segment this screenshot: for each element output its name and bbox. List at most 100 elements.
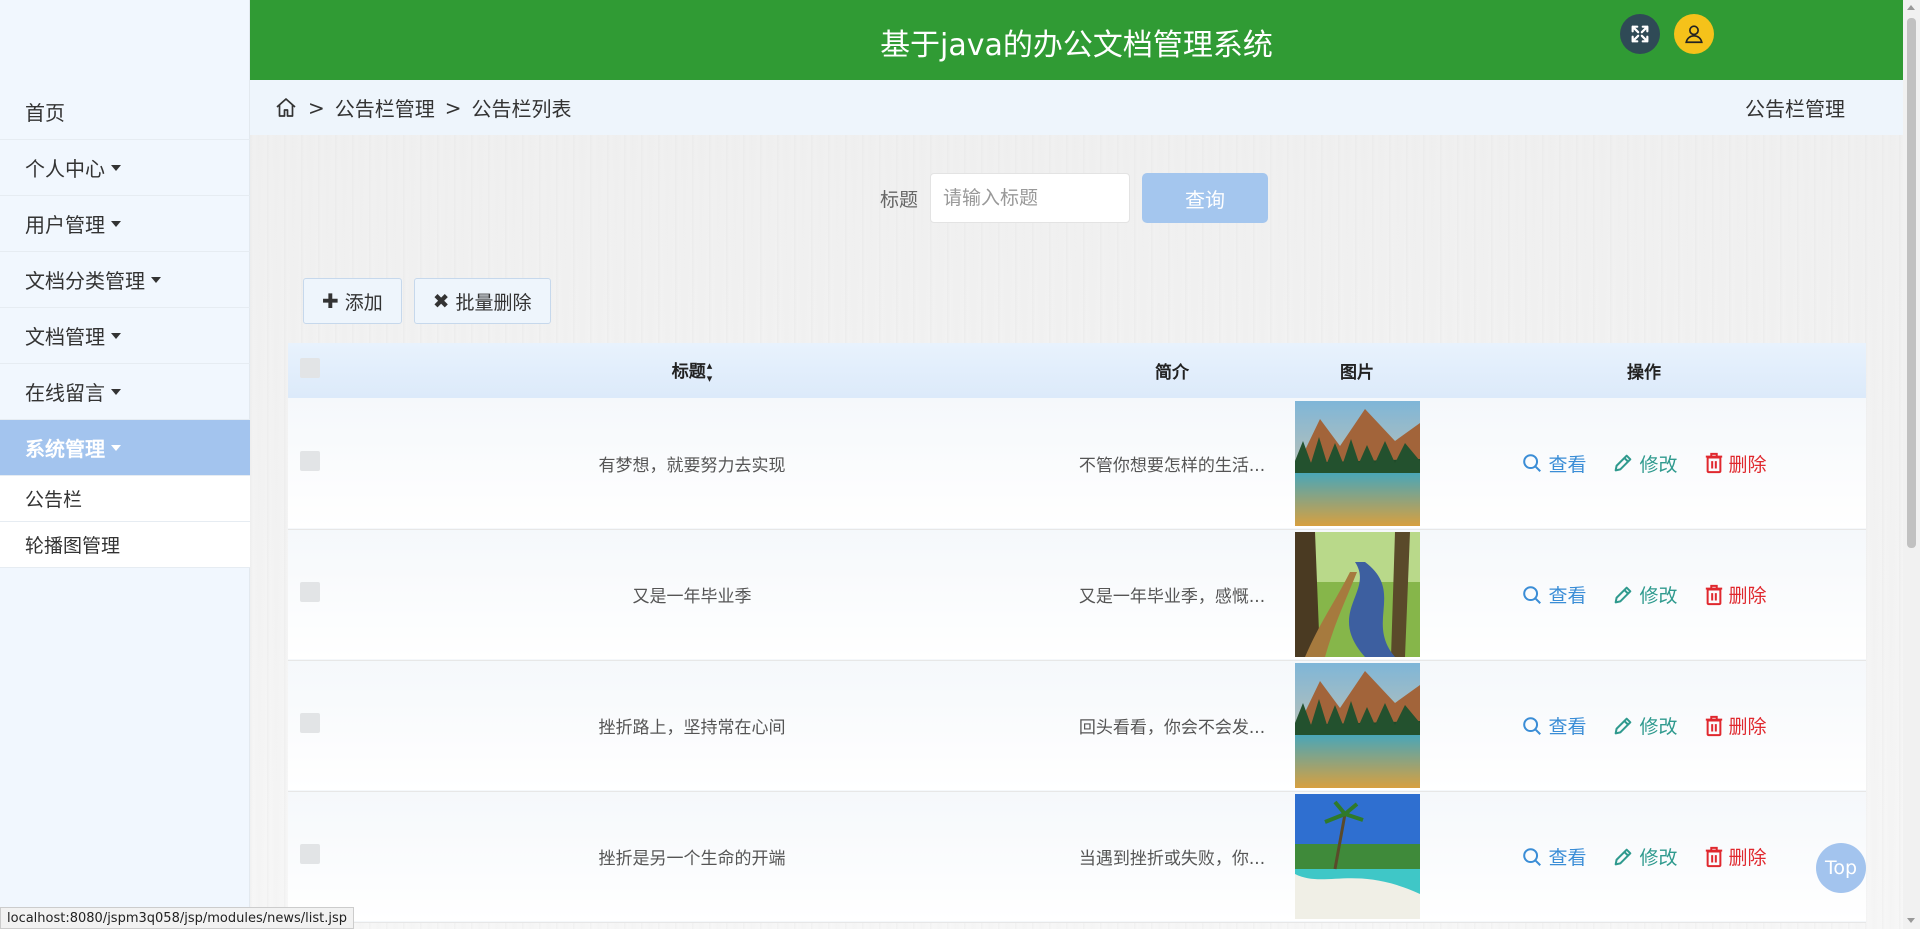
row-checkbox[interactable] xyxy=(300,582,320,602)
view-button[interactable]: 查看 xyxy=(1521,712,1586,739)
header-title-label: 标题 xyxy=(671,361,706,382)
sidebar-item-online-message[interactable]: 在线留言 xyxy=(0,364,250,420)
caret-down-icon xyxy=(111,388,121,395)
row-checkbox[interactable] xyxy=(300,713,320,733)
edit-icon xyxy=(1615,717,1632,734)
header-ops: 操作 xyxy=(1627,363,1661,383)
edit-label: 修改 xyxy=(1639,847,1678,869)
table-row: 挫折路上，坚持常在心间 回头看看，你会不会发... 查看 修改 删除 xyxy=(288,660,1866,791)
scrollbar-thumb[interactable] xyxy=(1907,18,1916,548)
breadcrumb-separator: > xyxy=(308,95,325,120)
sidebar-item-user-management[interactable]: 用户管理 xyxy=(0,196,250,252)
sidebar-item-doc-category[interactable]: 文档分类管理 xyxy=(0,252,250,308)
x-icon: ✖ xyxy=(432,289,450,313)
row-intro: 不管你想要怎样的生活... xyxy=(1078,455,1266,476)
row-actions: 查看 修改 删除 xyxy=(1422,581,1866,608)
edit-button[interactable]: 修改 xyxy=(1612,712,1678,739)
sidebar-item-label: 首页 xyxy=(25,101,65,125)
expand-icon xyxy=(1631,25,1649,43)
sidebar-item-system-management[interactable]: 系统管理 xyxy=(0,420,250,476)
sidebar-item-personal-center[interactable]: 个人中心 xyxy=(0,140,250,196)
sidebar-item-home[interactable]: 首页 xyxy=(0,84,250,140)
row-image-cell xyxy=(1292,660,1422,791)
row-title: 挫折路上，坚持常在心间 xyxy=(598,718,786,738)
toolbar: ✚ 添加 ✖ 批量删除 xyxy=(303,278,551,324)
sort-icon: ▴ ▾ xyxy=(706,358,713,385)
batch-delete-label: 批量删除 xyxy=(455,291,532,314)
search-icon xyxy=(1523,716,1542,735)
home-icon[interactable] xyxy=(274,96,298,120)
notice-table: 标题▴ ▾ 简介 图片 操作 有梦想，就要努力去实现 不管你想要怎样的生活... 查看… xyxy=(288,343,1866,923)
search-form: 标题 查询 xyxy=(880,173,1269,223)
edit-label: 修改 xyxy=(1639,716,1678,738)
back-to-top-button[interactable]: Top xyxy=(1816,843,1866,893)
row-checkbox[interactable] xyxy=(300,844,320,864)
row-image-cell xyxy=(1292,529,1422,660)
row-checkbox[interactable] xyxy=(300,450,320,471)
sidebar-subitem-carousel[interactable]: 轮播图管理 xyxy=(0,522,250,568)
row-image-cell xyxy=(1292,398,1422,529)
view-label: 查看 xyxy=(1548,453,1587,476)
header-title-sortable[interactable]: 标题▴ ▾ xyxy=(332,343,1052,398)
caret-down-icon xyxy=(111,220,121,227)
main-content: 标题 查询 ✚添加 ✖批量删除 标题▴▾ 简介 图片 操作 有梦想，就要努力去实… xyxy=(250,135,1903,929)
row-title: 有梦想，就要努力去实现 xyxy=(598,455,786,476)
table-header-row: 标题▴ ▾ 简介 图片 操作 xyxy=(288,343,1866,398)
delete-button[interactable]: 删除 xyxy=(1704,581,1767,608)
breadcrumb-item-notice-management[interactable]: 公告栏管理 xyxy=(335,93,435,122)
sidebar-item-doc-management[interactable]: 文档管理 xyxy=(0,308,250,364)
delete-button[interactable]: 删除 xyxy=(1704,843,1767,870)
sidebar-subitem-label: 公告栏 xyxy=(25,489,83,511)
row-intro: 当遇到挫折或失败，你... xyxy=(1078,849,1266,869)
mountain-lake-image xyxy=(1294,663,1420,788)
header-image: 图片 xyxy=(1340,363,1374,383)
search-icon xyxy=(1523,454,1542,473)
delete-button[interactable]: 删除 xyxy=(1704,712,1767,739)
top-header: 基于java的办公文档管理系统 xyxy=(250,0,1903,80)
scroll-down-icon[interactable] xyxy=(1907,918,1915,923)
row-image-cell xyxy=(1292,791,1422,922)
plus-icon: ✚ xyxy=(322,289,339,313)
title-search-input[interactable] xyxy=(930,173,1131,223)
sidebar-subitem-notice-board[interactable]: 公告栏 xyxy=(0,476,250,522)
edit-label: 修改 xyxy=(1639,585,1678,607)
trash-icon xyxy=(1705,846,1722,867)
user-icon xyxy=(1685,25,1703,44)
delete-label: 删除 xyxy=(1728,716,1767,738)
view-button[interactable]: 查看 xyxy=(1521,581,1586,608)
row-intro: 又是一年毕业季，感慨... xyxy=(1078,587,1266,607)
fullscreen-button[interactable] xyxy=(1620,14,1660,54)
sidebar-item-label: 系统管理 xyxy=(25,437,105,461)
view-label: 查看 xyxy=(1548,585,1587,607)
table-row: 又是一年毕业季 又是一年毕业季，感慨... 查看 修改 删除 xyxy=(288,529,1866,660)
view-button[interactable]: 查看 xyxy=(1521,450,1586,477)
delete-label: 删除 xyxy=(1728,585,1767,607)
edit-button[interactable]: 修改 xyxy=(1612,450,1678,477)
breadcrumb-item-notice-list: 公告栏列表 xyxy=(471,97,572,121)
add-button[interactable]: ✚ 添加 xyxy=(303,278,402,324)
sidebar-menu: 首页 个人中心 用户管理 文档分类管理 文档管理 在线留言 系统管理 公告栏 轮… xyxy=(0,84,250,568)
view-label: 查看 xyxy=(1548,716,1587,738)
scroll-up-icon[interactable] xyxy=(1907,5,1915,10)
view-button[interactable]: 查看 xyxy=(1521,843,1586,870)
vertical-scrollbar[interactable] xyxy=(1903,0,1920,929)
row-actions: 查看 修改 删除 xyxy=(1422,450,1866,477)
caret-down-icon xyxy=(111,164,121,171)
view-label: 查看 xyxy=(1548,847,1587,869)
row-actions: 查看 修改 删除 xyxy=(1422,712,1866,739)
user-avatar-button[interactable] xyxy=(1674,14,1714,54)
delete-button[interactable]: 删除 xyxy=(1704,450,1767,477)
edit-button[interactable]: 修改 xyxy=(1612,581,1678,608)
edit-button[interactable]: 修改 xyxy=(1612,843,1678,870)
table-row: 有梦想，就要努力去实现 不管你想要怎样的生活... 查看 修改 删除 xyxy=(288,398,1866,529)
search-button[interactable]: 查询 xyxy=(1142,173,1269,223)
forest-river-image xyxy=(1294,532,1420,657)
batch-delete-button[interactable]: ✖ 批量删除 xyxy=(413,278,551,324)
select-all-checkbox[interactable] xyxy=(300,358,320,378)
edit-icon xyxy=(1615,586,1632,603)
edit-label: 修改 xyxy=(1639,453,1678,476)
edit-icon xyxy=(1615,848,1632,865)
sidebar-item-label: 个人中心 xyxy=(25,157,105,181)
tropical-beach-image xyxy=(1294,794,1420,919)
table-row: 挫折是另一个生命的开端 当遇到挫折或失败，你... 查看 修改 删除 xyxy=(288,791,1866,922)
